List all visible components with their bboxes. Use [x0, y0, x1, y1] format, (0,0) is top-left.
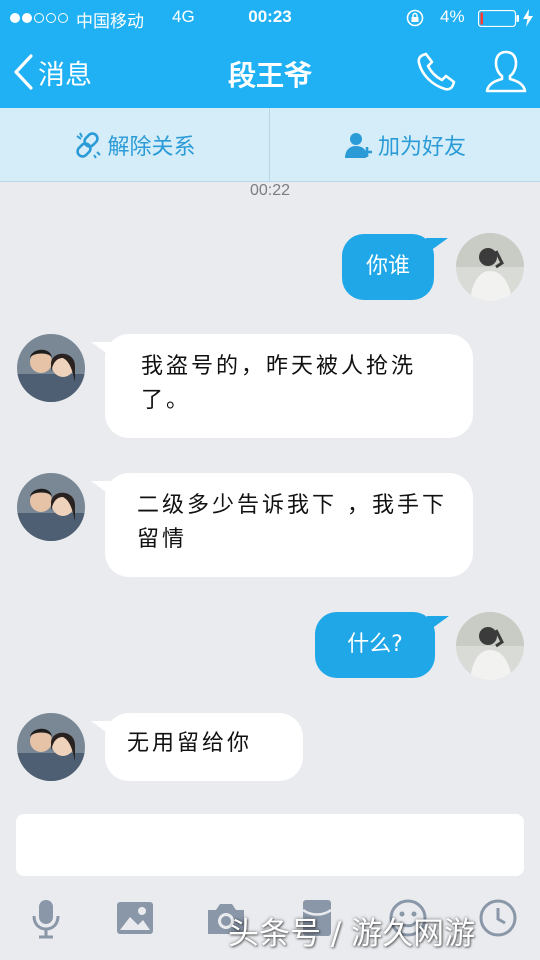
message-bubble-outgoing[interactable]: 什么?: [315, 612, 449, 678]
navigation-bar: 消息 段王爷: [0, 36, 540, 108]
image-button[interactable]: [113, 896, 157, 940]
back-label: 消息: [38, 59, 92, 91]
chevron-left-icon: [14, 54, 33, 90]
message-text: 什么?: [347, 632, 403, 657]
message-bubble-outgoing[interactable]: 你谁: [342, 234, 448, 300]
camera-button[interactable]: [204, 896, 248, 940]
red-packet-icon: [302, 900, 332, 936]
top-bar: 中国移动 4G 00:23 4% 消息 段王爷: [0, 0, 540, 108]
add-friend-button[interactable]: 加为好友: [270, 108, 540, 181]
unlink-label: 解除关系: [107, 134, 196, 160]
message-text: 无用留给你: [127, 731, 253, 756]
back-button[interactable]: 消息: [12, 50, 92, 94]
person-icon[interactable]: [484, 48, 528, 94]
message-text: 我盗号的，昨天被人抢洗了。: [141, 354, 417, 413]
message-input[interactable]: [16, 814, 524, 876]
more-icon: [479, 899, 517, 937]
message-timestamp: 00:22: [249, 182, 291, 199]
add-friend-label: 加为好友: [377, 134, 466, 160]
red-packet-button[interactable]: [295, 896, 339, 940]
emoji-icon: [389, 899, 427, 937]
relation-bar: 解除关系 加为好友: [0, 108, 540, 182]
broken-link-icon: [76, 131, 102, 159]
microphone-button[interactable]: [24, 896, 68, 940]
battery-icon: [478, 10, 519, 27]
phone-icon[interactable]: [414, 50, 458, 94]
contact-avatar[interactable]: [17, 713, 85, 781]
add-person-icon: [344, 132, 372, 158]
message-bubble-incoming[interactable]: 二级多少告诉我下 ，我手下留情: [91, 473, 473, 577]
message-text: 你谁: [365, 254, 410, 279]
microphone-icon: [32, 900, 60, 939]
charging-bolt-icon: [523, 9, 533, 27]
unlink-button[interactable]: 解除关系: [0, 108, 270, 181]
rotation-lock-icon: [406, 9, 424, 27]
input-toolbar: [0, 884, 540, 960]
message-text: 二级多少告诉我下 ，我手下留情: [137, 493, 447, 552]
message-bubble-incoming[interactable]: 我盗号的，昨天被人抢洗了。: [91, 334, 473, 438]
contact-avatar[interactable]: [17, 473, 85, 541]
message-bubble-incoming[interactable]: 无用留给你: [91, 713, 303, 781]
status-bar: 中国移动 4G 00:23 4%: [0, 0, 540, 36]
more-button[interactable]: [476, 896, 520, 940]
battery-percent: 4%: [440, 7, 465, 26]
my-avatar[interactable]: [456, 612, 524, 680]
emoji-button[interactable]: [386, 896, 430, 940]
camera-icon: [208, 904, 244, 934]
my-avatar[interactable]: [456, 233, 524, 301]
contact-avatar[interactable]: [17, 334, 85, 402]
image-icon: [117, 902, 153, 934]
